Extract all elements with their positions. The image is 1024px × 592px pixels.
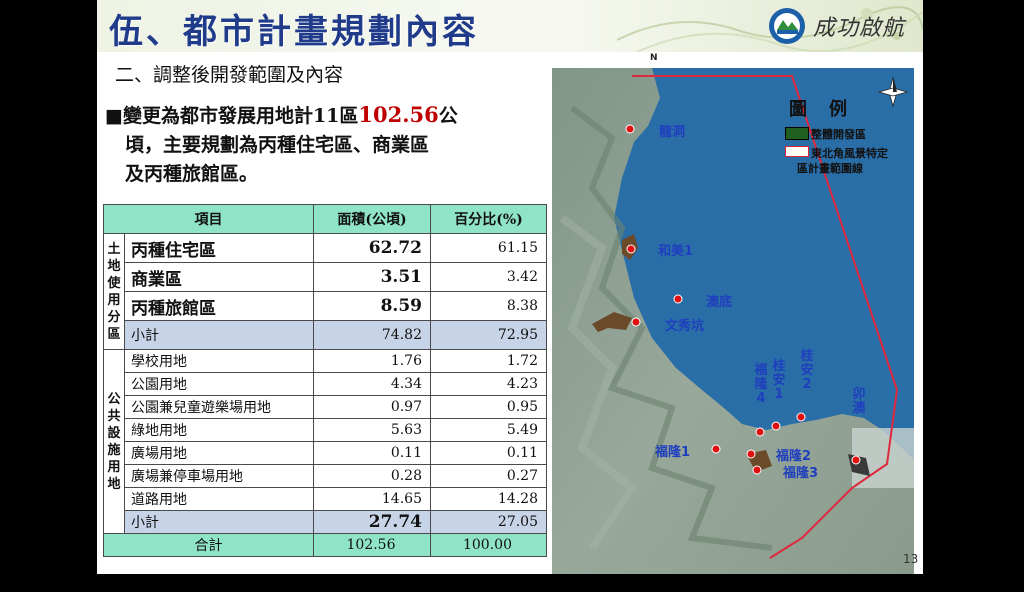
row-area: 0.11 bbox=[313, 441, 431, 465]
land-use-table: 項目 面積(公頃) 百分比(%) 土地使用分區 丙種住宅區 62.72 61.1… bbox=[103, 204, 548, 557]
place-label-fulong1: 福隆1 bbox=[655, 445, 691, 460]
subtotal-row: 小計 74.82 72.95 bbox=[104, 320, 548, 350]
legend-item-boundary-2: 區計畫範圍線 bbox=[797, 162, 863, 175]
bullet-text-pre: 變更為都市發展用地計11區 bbox=[122, 105, 359, 127]
row-percent: 27.05 bbox=[429, 510, 548, 534]
subtotal-row: 小計 27.74 27.05 bbox=[104, 510, 548, 534]
total-row: 合計 102.56 100.00 bbox=[103, 533, 548, 557]
legend-item-boundary-1: 東北角風景特定 bbox=[811, 147, 888, 160]
row-area: 8.59 bbox=[313, 291, 431, 321]
table-row: 道路用地 14.65 14.28 bbox=[104, 487, 548, 511]
place-label-guian1: 桂安1 bbox=[772, 359, 786, 402]
table-row: 廣場兼停車場用地 0.28 0.27 bbox=[104, 464, 548, 488]
row-percent: 3.42 bbox=[429, 262, 548, 292]
header-bar: 伍、都市計畫規劃內容 成功啟航 bbox=[97, 0, 923, 52]
row-percent: 0.11 bbox=[429, 441, 548, 465]
place-label-wenxiukeng: 文秀坑 bbox=[665, 319, 705, 334]
table-row: 商業區 3.51 3.42 bbox=[104, 262, 548, 292]
legend-title: 圖例 bbox=[789, 99, 869, 120]
header-percent: 百分比(%) bbox=[429, 204, 548, 234]
row-area: 74.82 bbox=[313, 320, 431, 350]
row-percent: 100.00 bbox=[429, 533, 548, 557]
bullet-paragraph: ■變更為都市發展用地計11區102.56公 頃，主要規劃為丙種住宅區、商業區 及… bbox=[105, 100, 545, 189]
row-name: 小計 bbox=[124, 320, 314, 350]
bullet-highlight-value: 102.56 bbox=[358, 102, 439, 127]
table-row: 公共設施用地 學校用地 1.76 1.72 bbox=[103, 349, 548, 534]
row-area: 102.56 bbox=[313, 533, 431, 557]
table-row: 丙種旅館區 8.59 8.38 bbox=[104, 291, 548, 321]
row-name: 丙種旅館區 bbox=[124, 291, 314, 321]
row-area: 3.51 bbox=[313, 262, 431, 292]
header-item: 項目 bbox=[103, 204, 314, 234]
row-area: 1.76 bbox=[313, 349, 431, 373]
place-label-fulong3: 福隆3 bbox=[783, 466, 819, 481]
row-percent: 1.72 bbox=[429, 349, 548, 373]
row-name: 丙種住宅區 bbox=[124, 233, 314, 263]
slide: 伍、都市計畫規劃內容 成功啟航 二、調整後開發範圍及內容 ■變更為都市發展用地計… bbox=[97, 0, 923, 574]
compass-north-label: N bbox=[650, 53, 658, 63]
page-title: 伍、都市計畫規劃內容 bbox=[109, 12, 479, 52]
row-name: 公園用地 bbox=[124, 372, 314, 396]
row-percent: 72.95 bbox=[429, 320, 548, 350]
row-name: 道路用地 bbox=[124, 487, 314, 511]
row-area: 0.28 bbox=[313, 464, 431, 488]
table-header-row: 項目 面積(公頃) 百分比(%) bbox=[103, 204, 548, 234]
table-row: 綠地用地 5.63 5.49 bbox=[104, 418, 548, 442]
row-name: 合計 bbox=[103, 533, 314, 557]
row-area: 62.72 bbox=[313, 233, 431, 263]
row-area: 4.34 bbox=[313, 372, 431, 396]
row-percent: 5.49 bbox=[429, 418, 548, 442]
row-percent: 0.27 bbox=[429, 464, 548, 488]
place-label-aodi: 澳底 bbox=[706, 295, 733, 310]
row-area: 27.74 bbox=[313, 510, 431, 534]
row-name: 商業區 bbox=[124, 262, 314, 292]
bullet-text-post: 公 bbox=[438, 105, 458, 127]
logo-icon bbox=[769, 8, 805, 44]
row-area: 0.97 bbox=[313, 395, 431, 419]
place-label-hemei1: 和美1 bbox=[658, 244, 694, 259]
area-map bbox=[552, 68, 914, 574]
row-name: 小計 bbox=[124, 510, 314, 534]
page-number: 13 bbox=[903, 552, 919, 566]
row-percent: 8.38 bbox=[429, 291, 548, 321]
row-name: 學校用地 bbox=[124, 349, 314, 373]
header-area: 面積(公頃) bbox=[313, 204, 431, 234]
table-row: 廣場用地 0.11 0.11 bbox=[104, 441, 548, 465]
bullet-line-2: 頃，主要規劃為丙種住宅區、商業區 bbox=[125, 134, 430, 156]
row-area: 5.63 bbox=[313, 418, 431, 442]
logo-text: 成功啟航 bbox=[813, 16, 906, 41]
row-percent: 61.15 bbox=[429, 233, 548, 263]
place-label-fulong4: 福隆4 bbox=[754, 363, 768, 406]
place-label-guian2: 桂安2 bbox=[800, 349, 814, 392]
bullet-line-3: 及丙種旅館區。 bbox=[125, 163, 259, 185]
table-row: 土地使用分區 丙種住宅區 62.72 61.15 bbox=[103, 233, 548, 350]
bullet-marker: ■ bbox=[105, 105, 123, 127]
table-row: 公園用地 4.34 4.23 bbox=[104, 372, 548, 396]
row-name: 廣場兼停車場用地 bbox=[124, 464, 314, 488]
legend-item-development: 整體開發區 bbox=[811, 128, 866, 141]
place-label-maoao: 卯澳 bbox=[852, 387, 866, 416]
table-row: 公園兼兒童遊樂場用地 0.97 0.95 bbox=[104, 395, 548, 419]
row-name: 廣場用地 bbox=[124, 441, 314, 465]
category-land-use: 土地使用分區 bbox=[103, 233, 125, 350]
section-subtitle: 二、調整後開發範圍及內容 bbox=[115, 64, 344, 86]
row-area: 14.65 bbox=[313, 487, 431, 511]
place-label-longdong: 龍洞 bbox=[659, 125, 686, 140]
row-percent: 4.23 bbox=[429, 372, 548, 396]
category-public-facilities: 公共設施用地 bbox=[103, 349, 125, 534]
row-percent: 14.28 bbox=[429, 487, 548, 511]
row-name: 綠地用地 bbox=[124, 418, 314, 442]
row-percent: 0.95 bbox=[429, 395, 548, 419]
row-name: 公園兼兒童遊樂場用地 bbox=[124, 395, 314, 419]
